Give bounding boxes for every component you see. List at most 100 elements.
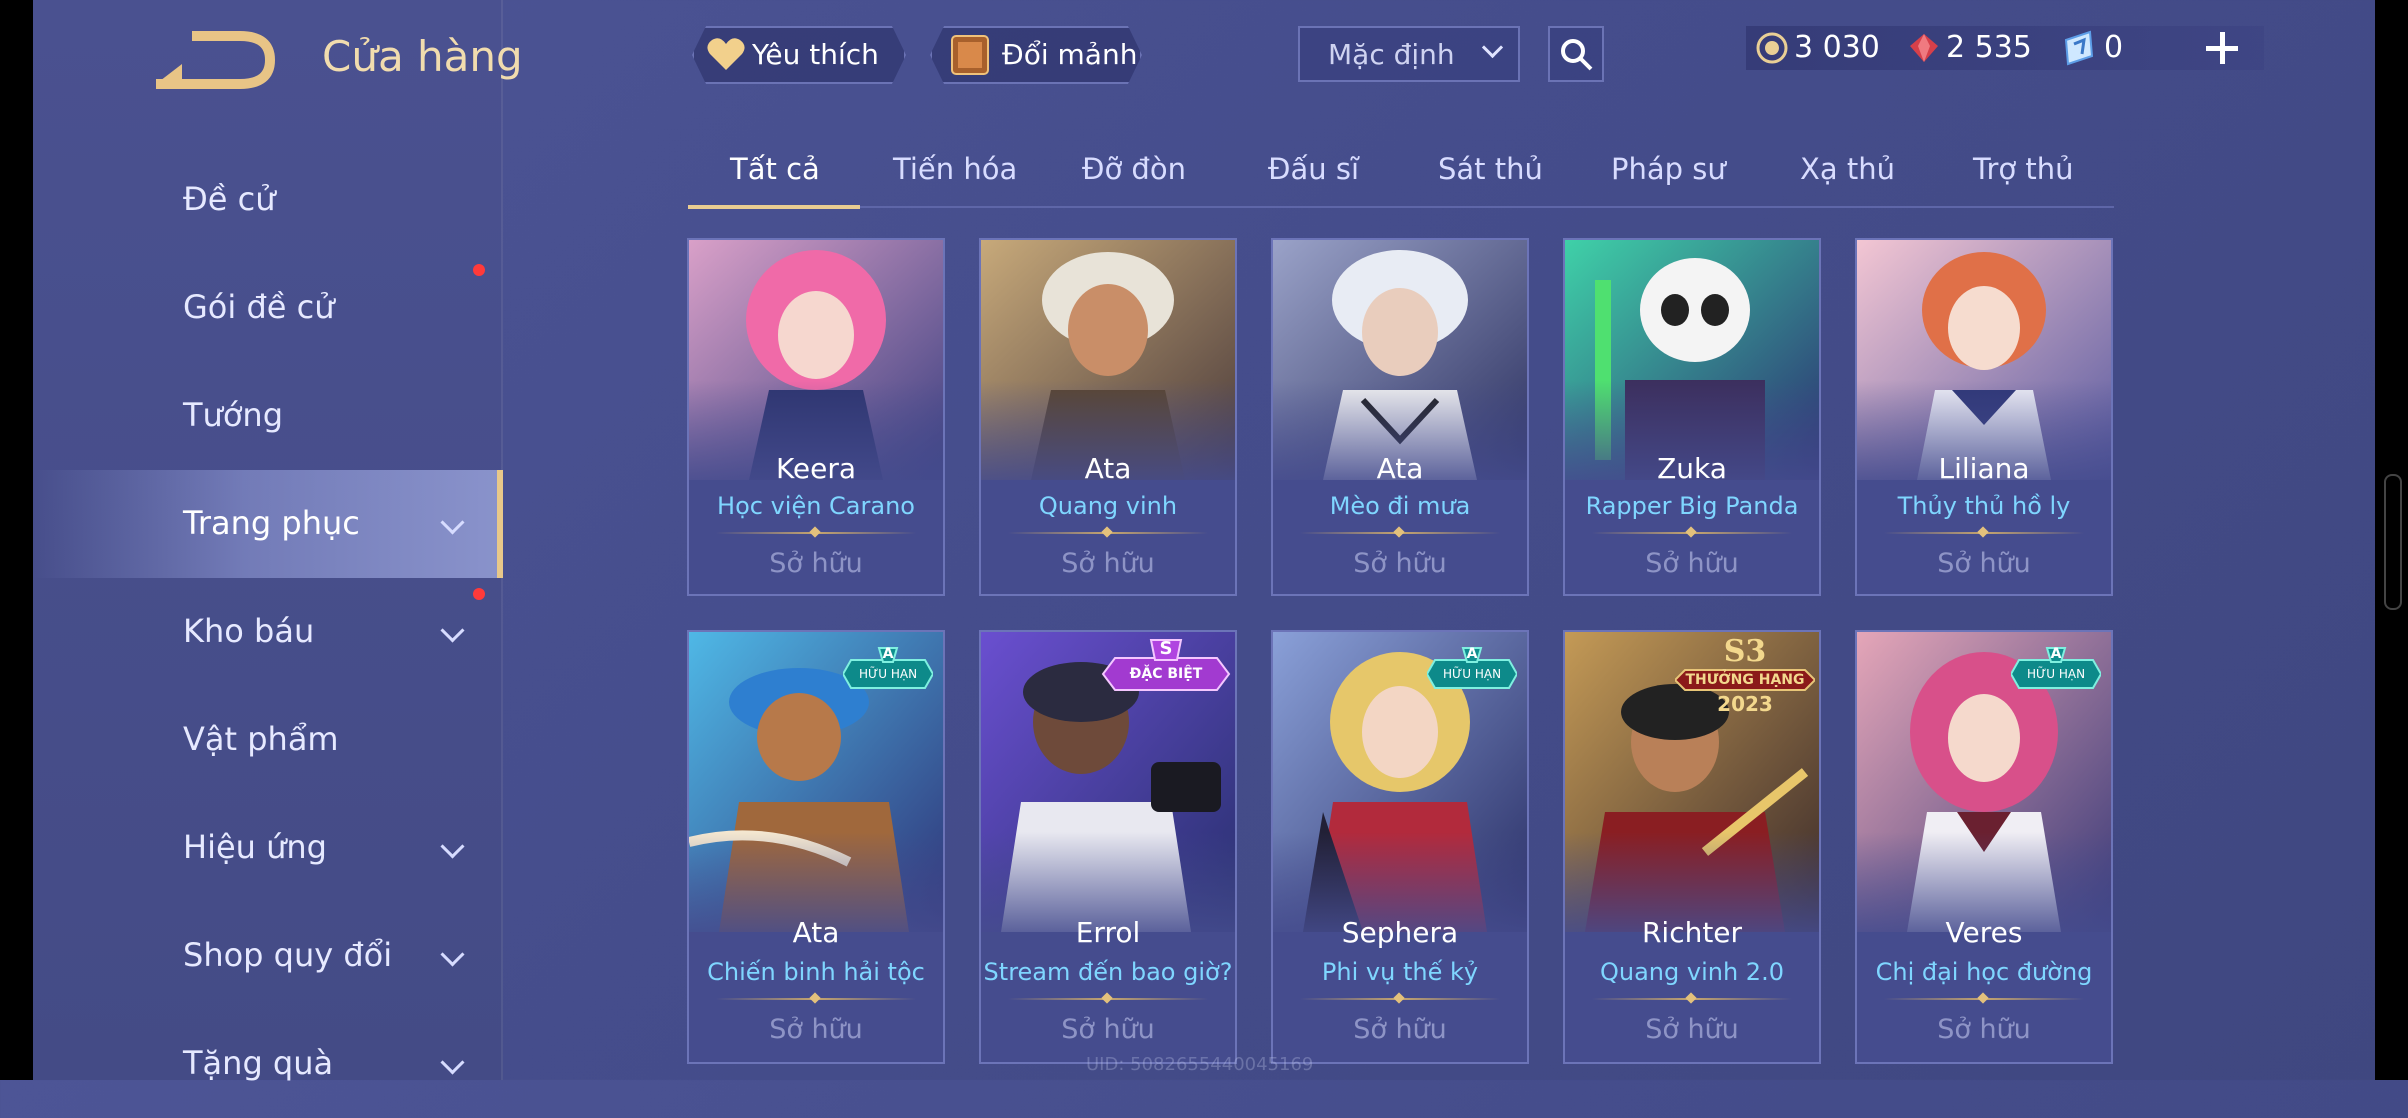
owned-status: Sở hữu [1937, 1014, 2031, 1045]
chevron-down-icon [440, 1050, 465, 1075]
skin-card[interactable]: Keera Học viện Carano Sở hữu [687, 238, 945, 596]
sort-value: Mặc định [1328, 38, 1455, 71]
badge-text: HỮU HẠN [1442, 667, 1502, 681]
skin-card[interactable]: Ata Quang vinh Sở hữu [979, 238, 1237, 596]
skin-name: Học viện Carano [717, 492, 915, 520]
hero-name: Ata [792, 916, 840, 949]
tab-marksman[interactable]: Xạ thủ [1800, 152, 1895, 186]
skin-name: Mèo đi mưa [1329, 492, 1471, 520]
sidebar-item-effects[interactable]: Hiệu ứng [33, 794, 503, 902]
skin-name: Quang vinh [1038, 492, 1178, 520]
badge-grade: S [1159, 638, 1173, 659]
chevron-down-icon [440, 618, 465, 643]
hero-name: Veres [1945, 916, 2023, 949]
owned-status: Sở hữu [1937, 548, 2031, 579]
tab-all[interactable]: Tất cả [730, 152, 820, 186]
hero-name: Liliana [1938, 452, 2030, 485]
badge-text: HỮU HẠN [2026, 667, 2086, 681]
sidebar-item-heroes[interactable]: Tướng [33, 362, 503, 470]
tab-mage[interactable]: Pháp sư [1611, 152, 1726, 186]
favorite-button[interactable]: Yêu thích [692, 26, 906, 84]
chevron-down-icon [440, 510, 465, 535]
skin-card[interactable]: A HỮU HẠN Veres Chị đại học đường Sở hữu [1855, 630, 2113, 1064]
skin-card[interactable]: S ĐẶC BIỆT Errol Stream đến bao giờ? Sở … [979, 630, 1237, 1064]
owned-status: Sở hữu [769, 1014, 863, 1045]
badge-grade: A [1466, 646, 1478, 662]
owned-status: Sở hữu [1353, 1014, 1447, 1045]
ruby-icon [1910, 34, 1938, 62]
sidebar-item-label: Tướng [183, 396, 283, 434]
tab-evolution[interactable]: Tiến hóa [893, 152, 1017, 186]
skin-card[interactable]: S3 THƯỞNG HẠNG 2023 Richter Quang vinh 2… [1563, 630, 1821, 1064]
badge-rank-reward: S3 THƯỞNG HẠNG 2023 [1675, 634, 1815, 718]
sidebar-item-label: Đề cử [183, 180, 276, 218]
badge-text: ĐẶC BIỆT [1129, 666, 1203, 682]
hero-name: Zuka [1657, 452, 1727, 485]
skin-name: Thủy thủ hồ ly [1897, 492, 2071, 520]
badge-year: 2023 [1717, 692, 1773, 716]
skin-card[interactable]: Zuka Rapper Big Panda Sở hữu [1563, 238, 1821, 596]
sidebar-item-label: Vật phẩm [183, 720, 339, 758]
fragment-book-icon [948, 34, 992, 76]
hero-name: Richter [1641, 916, 1743, 949]
owned-status: Sở hữu [1353, 548, 1447, 579]
search-button[interactable] [1548, 26, 1604, 82]
hero-name: Ata [1084, 452, 1132, 485]
exchange-label: Đổi mảnh [1002, 38, 1138, 71]
owned-status: Sở hữu [1645, 548, 1739, 579]
owned-status: Sở hữu [1061, 1014, 1155, 1045]
tab-fighter[interactable]: Đấu sĩ [1268, 152, 1359, 186]
tab-tank[interactable]: Đỡ đòn [1082, 152, 1186, 186]
category-tabs: Tất cả Tiến hóa Đỡ đòn Đấu sĩ Sát thủ Ph… [688, 140, 2114, 209]
favorite-label: Yêu thích [752, 38, 879, 71]
skin-name: Quang vinh 2.0 [1600, 958, 1784, 986]
badge-grade: A [882, 646, 894, 662]
skin-card[interactable]: A HỮU HẠN Sephera Phi vụ thế kỷ Sở hữu [1271, 630, 1529, 1064]
hero-name: Sephera [1341, 916, 1459, 949]
badge-grade: S3 [1723, 634, 1767, 669]
badge-text: THƯỞNG HẠNG [1685, 672, 1805, 688]
skin-card[interactable]: Liliana Thủy thủ hồ ly Sở hữu [1855, 238, 2113, 596]
hero-name: Keera [775, 452, 857, 485]
badge-limited: A HỮU HẠN [2011, 646, 2101, 690]
edge-handle[interactable] [2384, 474, 2402, 610]
sidebar-item-label: Tặng quà [183, 1044, 334, 1082]
sidebar-item-label: Hiệu ứng [183, 828, 327, 866]
badge-grade: A [2050, 646, 2062, 662]
tab-support[interactable]: Trợ thủ [1973, 152, 2073, 186]
sidebar-item-label: Shop quy đổi [183, 936, 393, 974]
active-tab-indicator [688, 205, 860, 209]
badge-text: HỮU HẠN [858, 667, 918, 681]
skin-card[interactable]: Ata Mèo đi mưa Sở hữu [1271, 238, 1529, 596]
sidebar-item-recommended-packs[interactable]: Gói đề cử [33, 254, 503, 362]
uid-watermark: UID: 5082655440045169 [1086, 1054, 1314, 1075]
skin-name: Stream đến bao giờ? [983, 958, 1233, 986]
sidebar-item-exchange-shop[interactable]: Shop quy đổi [33, 902, 503, 1010]
skin-name: Rapper Big Panda [1585, 492, 1799, 520]
skin-card[interactable]: A HỮU HẠN Ata Chiến binh hải tộc Sở hữu [687, 630, 945, 1064]
owned-status: Sở hữu [1645, 1014, 1739, 1045]
ruby-amount: 2 535 [1946, 30, 2032, 65]
sidebar-item-label: Kho báu [183, 612, 315, 650]
hero-name: Errol [1075, 916, 1141, 949]
chevron-down-icon [1481, 36, 1504, 59]
badge-special: S ĐẶC BIỆT [1101, 638, 1231, 692]
sidebar-item-label: Gói đề cử [183, 288, 335, 326]
tab-assassin[interactable]: Sát thủ [1438, 152, 1543, 186]
notification-dot [473, 264, 485, 276]
sidebar-item-treasure[interactable]: Kho báu [33, 578, 503, 686]
sort-dropdown[interactable]: Mặc định [1298, 26, 1520, 82]
notification-dot [473, 588, 485, 600]
gold-amount: 3 030 [1794, 30, 1880, 65]
sidebar-item-skins[interactable]: Trang phục [33, 470, 503, 578]
exchange-fragments-button[interactable]: Đổi mảnh [930, 26, 1142, 84]
left-black-bar [0, 0, 33, 1080]
sidebar-item-items[interactable]: Vật phẩm [33, 686, 503, 794]
sidebar-item-gifts[interactable]: Tặng quà [33, 1010, 503, 1118]
owned-status: Sở hữu [1061, 548, 1155, 579]
owned-status: Sở hữu [769, 548, 863, 579]
back-arrow-icon[interactable] [152, 30, 276, 90]
add-currency-button[interactable] [2206, 32, 2238, 64]
sidebar-item-recommended[interactable]: Đề cử [33, 146, 503, 254]
skin-name: Chiến binh hải tộc [707, 958, 925, 986]
